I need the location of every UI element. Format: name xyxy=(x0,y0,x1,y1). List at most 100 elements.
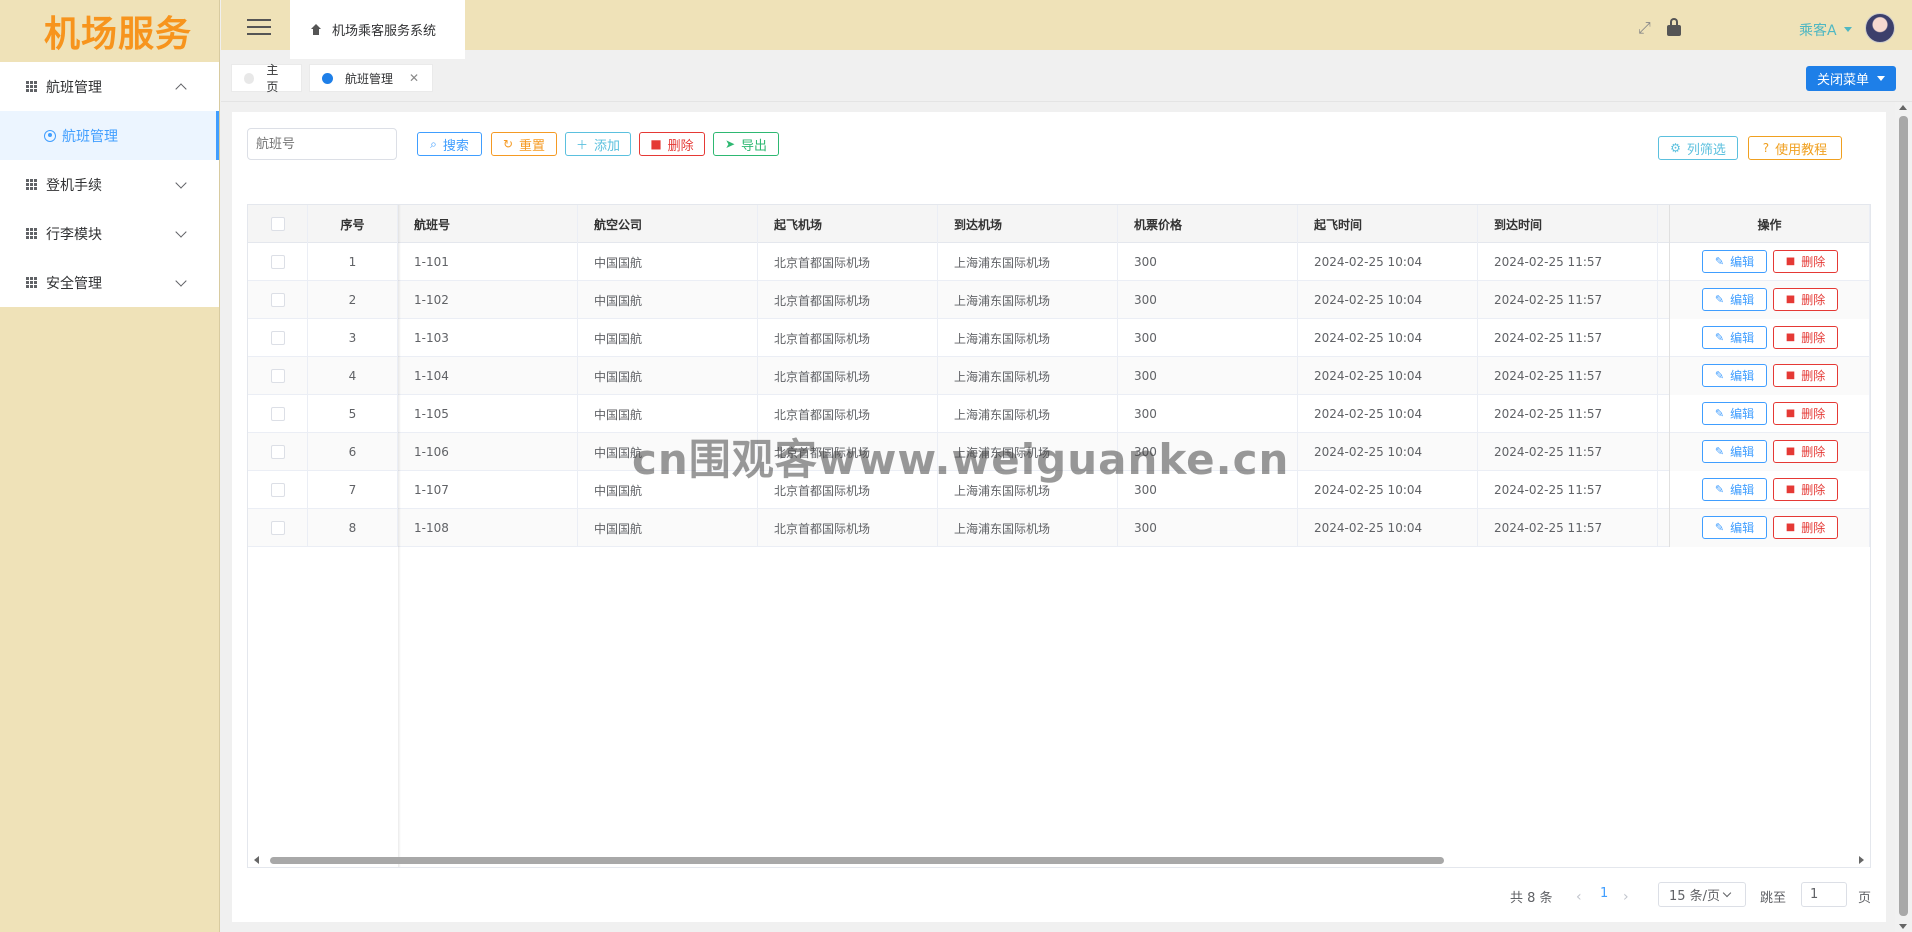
table-cell-airline: 中国国航 xyxy=(578,509,758,547)
row-checkbox[interactable] xyxy=(270,407,285,421)
sidebar-item-security[interactable]: 安全管理 xyxy=(0,258,219,307)
jump-suffix: 页 xyxy=(1858,890,1872,906)
edit-button-label: 编辑 xyxy=(1730,293,1755,307)
select-all-checkbox[interactable] xyxy=(270,217,285,231)
table-row[interactable]: 7 1-107 中国国航 北京首都国际机场 上海浦东国际机场 300 2024-02-25 … xyxy=(248,471,1870,509)
delete-button-label: 删除 xyxy=(1801,293,1826,307)
table-cell-price: 300 xyxy=(1118,357,1298,395)
edit-button[interactable]: ✎ 编辑 xyxy=(1702,516,1767,539)
tutorial-label: 使用教程 xyxy=(1775,142,1828,158)
table-row[interactable]: 3 1-103 中国国航 北京首都国际机场 上海浦东国际机场 300 2024-02-25 … xyxy=(248,319,1870,357)
scroll-left-icon[interactable] xyxy=(254,856,259,864)
row-checkbox[interactable] xyxy=(270,369,285,383)
edit-button[interactable]: ✎ 编辑 xyxy=(1702,288,1767,311)
scroll-right-icon[interactable] xyxy=(1859,856,1864,864)
row-checkbox[interactable] xyxy=(270,445,285,459)
edit-button[interactable]: ✎ 编辑 xyxy=(1702,250,1767,273)
table-cell-flight: 1-108 xyxy=(398,509,578,547)
table-row[interactable]: 5 1-105 中国国航 北京首都国际机场 上海浦东国际机场 300 2024-02-25 … xyxy=(248,395,1870,433)
table-header: 序号 航班号 航空公司 起飞机场 到达机场 机票价格 起飞时间 到达时间 操作 xyxy=(248,205,1870,243)
fullscreen-icon[interactable]: ⤢ xyxy=(1638,20,1654,36)
home-icon xyxy=(310,23,322,36)
sidebar-item-checkin[interactable]: 登机手续 xyxy=(0,160,219,209)
scroll-up-icon[interactable] xyxy=(1899,105,1907,110)
export-button-label: 导出 xyxy=(741,138,768,154)
delete-row-button[interactable]: ■ 删除 xyxy=(1773,516,1838,539)
edit-button[interactable]: ✎ 编辑 xyxy=(1702,440,1767,463)
avatar[interactable] xyxy=(1865,13,1895,43)
sidebar-subitem-flight-management[interactable]: 航班管理 xyxy=(0,111,219,160)
next-page-icon[interactable]: › xyxy=(1623,889,1629,905)
sidebar-item-flight-management[interactable]: 航班管理 xyxy=(0,62,219,111)
edit-button[interactable]: ✎ 编辑 xyxy=(1702,364,1767,387)
tab-flight-management[interactable]: 航班管理 ✕ xyxy=(309,64,433,92)
table-cell-arr: 2024-02-25 11:57 xyxy=(1478,509,1658,547)
column-filter-label: 列筛选 xyxy=(1686,142,1726,158)
table-row[interactable]: 2 1-102 中国国航 北京首都国际机场 上海浦东国际机场 300 2024-02-25 … xyxy=(248,281,1870,319)
table-cell-dep: 2024-02-25 10:04 xyxy=(1298,509,1478,547)
scrollbar-thumb[interactable] xyxy=(1899,116,1908,916)
edit-button[interactable]: ✎ 编辑 xyxy=(1702,478,1767,501)
add-button[interactable]: ＋ 添加 xyxy=(565,132,631,156)
table-row[interactable]: 1 1-101 中国国航 北京首都国际机场 上海浦东国际机场 300 2024-02-25 … xyxy=(248,243,1870,281)
delete-row-button[interactable]: ■ 删除 xyxy=(1773,288,1838,311)
close-icon[interactable]: ✕ xyxy=(409,71,419,85)
edit-button-label: 编辑 xyxy=(1730,483,1755,497)
table-cell-arr: 2024-02-25 11:57 xyxy=(1478,433,1658,471)
edit-button[interactable]: ✎ 编辑 xyxy=(1702,326,1767,349)
scroll-down-icon[interactable] xyxy=(1899,924,1907,929)
breadcrumb: 机场乘客服务系统 xyxy=(290,0,465,59)
vertical-scrollbar[interactable] xyxy=(1895,102,1912,932)
column-filter-button[interactable]: ⚙ 列筛选 xyxy=(1658,136,1738,160)
table-row[interactable]: 6 1-106 中国国航 北京首都国际机场 上海浦东国际机场 300 2024-02-25 … xyxy=(248,433,1870,471)
close-menu-button[interactable]: 关闭菜单 xyxy=(1806,66,1896,91)
column-header: 航空公司 xyxy=(578,205,758,243)
page-number[interactable]: 1 xyxy=(1600,886,1608,901)
table-cell-arr: 2024-02-25 11:57 xyxy=(1478,319,1658,357)
user-name[interactable]: 乘客A xyxy=(1799,20,1837,40)
edit-icon: ✎ xyxy=(1714,483,1725,496)
search-button[interactable]: ⌕ 搜索 xyxy=(417,132,482,156)
row-actions: ✎ 编辑 ■ 删除 xyxy=(1669,395,1870,433)
table-cell-idx: 3 xyxy=(308,319,398,357)
edit-button[interactable]: ✎ 编辑 xyxy=(1702,402,1767,425)
row-checkbox[interactable] xyxy=(270,255,285,269)
row-checkbox[interactable] xyxy=(270,293,285,307)
lock-icon[interactable] xyxy=(1667,18,1681,36)
table-cell-arr: 2024-02-25 11:57 xyxy=(1478,471,1658,509)
delete-row-button[interactable]: ■ 删除 xyxy=(1773,250,1838,273)
delete-row-button[interactable]: ■ 删除 xyxy=(1773,326,1838,349)
jump-page-input[interactable] xyxy=(1801,882,1847,907)
delete-row-button[interactable]: ■ 删除 xyxy=(1773,402,1838,425)
hamburger-menu-icon[interactable] xyxy=(247,19,271,35)
reset-button[interactable]: ↻ 重置 xyxy=(491,132,557,156)
horizontal-scrollbar[interactable] xyxy=(248,853,1870,867)
delete-row-button[interactable]: ■ 删除 xyxy=(1773,440,1838,463)
page-size-select[interactable]: 15 条/页 xyxy=(1658,882,1746,907)
delete-row-button[interactable]: ■ 删除 xyxy=(1773,364,1838,387)
row-checkbox[interactable] xyxy=(270,331,285,345)
table-cell-price: 300 xyxy=(1118,319,1298,357)
row-checkbox[interactable] xyxy=(270,483,285,497)
table-cell-flight: 1-102 xyxy=(398,281,578,319)
prev-page-icon[interactable]: ‹ xyxy=(1576,889,1582,905)
table-row[interactable]: 4 1-104 中国国航 北京首都国际机场 上海浦东国际机场 300 2024-02-25 … xyxy=(248,357,1870,395)
caret-down-icon[interactable] xyxy=(1844,27,1852,32)
column-header: 操作 xyxy=(1669,205,1870,243)
edit-icon: ✎ xyxy=(1714,521,1725,534)
delete-row-button[interactable]: ■ 删除 xyxy=(1773,478,1838,501)
tutorial-button[interactable]: ? 使用教程 xyxy=(1748,136,1842,160)
flight-number-search-input[interactable] xyxy=(247,128,397,160)
column-header: 起飞时间 xyxy=(1298,205,1478,243)
table-cell-to: 上海浦东国际机场 xyxy=(938,281,1118,319)
export-button[interactable]: ➤ 导出 xyxy=(713,132,779,156)
table-row[interactable]: 8 1-108 中国国航 北京首都国际机场 上海浦东国际机场 300 2024-02-25 … xyxy=(248,509,1870,547)
tab-home[interactable]: 主页 xyxy=(231,63,302,94)
table-cell-to: 上海浦东国际机场 xyxy=(938,433,1118,471)
delete-button[interactable]: ■ 删除 xyxy=(639,132,705,156)
table-cell-dep: 2024-02-25 10:04 xyxy=(1298,471,1478,509)
scrollbar-thumb[interactable] xyxy=(270,857,1444,864)
row-checkbox[interactable] xyxy=(270,521,285,535)
sidebar-item-baggage[interactable]: 行李模块 xyxy=(0,209,219,258)
grid-icon xyxy=(26,277,37,288)
